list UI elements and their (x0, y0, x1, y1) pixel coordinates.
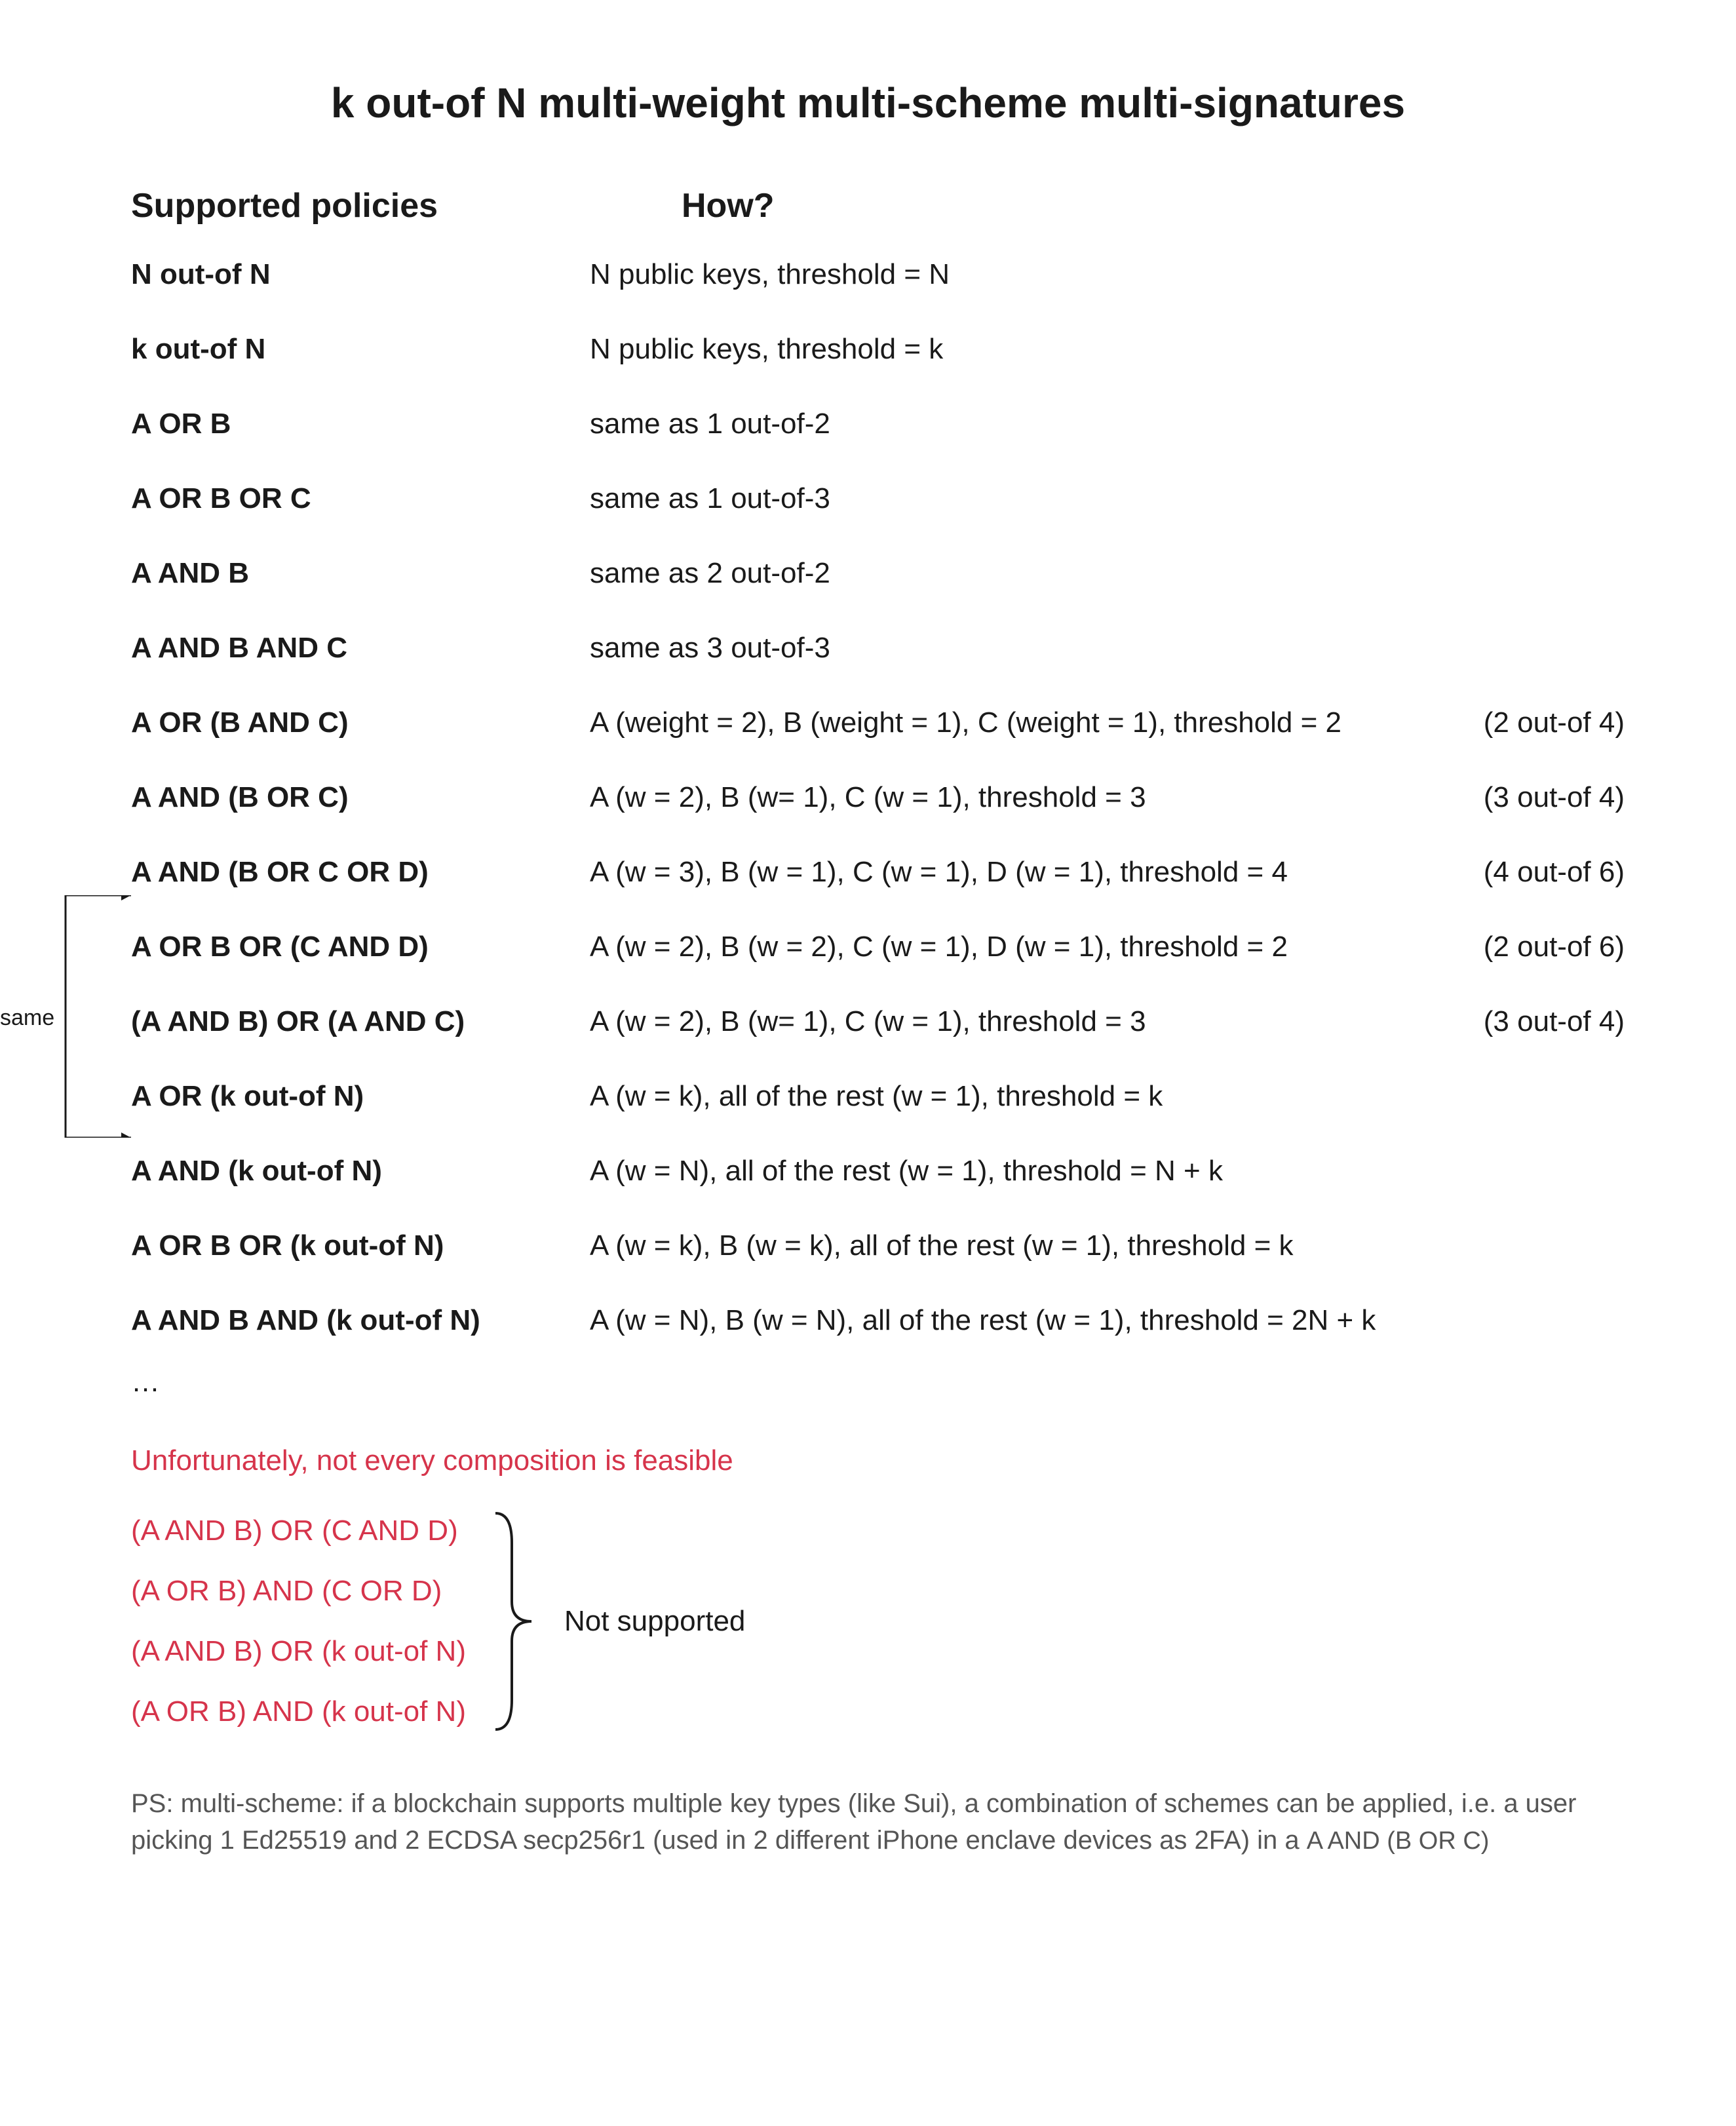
policy-label: A OR (k out-of N) (131, 1080, 590, 1113)
policy-how: A (w = 2), B (w= 1), C (w = 1), threshol… (590, 781, 1625, 814)
policy-row: A AND (B OR C OR D)A (w = 3), B (w = 1),… (131, 856, 1625, 889)
policy-row: A OR B OR Csame as 1 out-of-3 (131, 482, 1625, 515)
policy-row: A AND B AND (k out-of N)A (w = N), B (w … (131, 1304, 1625, 1337)
policy-label: A AND B (131, 557, 590, 590)
header-policies: Supported policies (131, 186, 590, 225)
policy-label: A OR (B AND C) (131, 706, 590, 739)
policy-note: (4 out-of 6) (1484, 856, 1625, 889)
unsupported-item: (A AND B) OR (C AND D) (131, 1515, 466, 1547)
policy-how: same as 2 out-of-2 (590, 557, 1625, 590)
unsupported-item: (A OR B) AND (k out-of N) (131, 1695, 466, 1728)
policy-note: (2 out-of 6) (1484, 931, 1625, 963)
policy-label: A OR B (131, 408, 590, 440)
policy-how: N public keys, threshold = N (590, 258, 1625, 291)
unsupported-block: (A AND B) OR (C AND D) (A OR B) AND (C O… (131, 1510, 1625, 1733)
policy-note: (2 out-of 4) (1484, 706, 1625, 739)
curly-brace-icon (492, 1510, 538, 1733)
policy-row: A AND B AND Csame as 3 out-of-3 (131, 632, 1625, 665)
policy-row: N out-of NN public keys, threshold = N (131, 258, 1625, 291)
policy-row: A OR (k out-of N)A (w = k), all of the r… (131, 1080, 1625, 1113)
policy-label: N out-of N (131, 258, 590, 291)
policy-label: A OR B OR (C AND D) (131, 931, 590, 963)
unsupported-item: (A OR B) AND (C OR D) (131, 1575, 466, 1608)
policy-label: A AND B AND (k out-of N) (131, 1304, 590, 1337)
content-area: same Supported policies How? N out-of NN… (131, 186, 1625, 1859)
policy-row: A OR Bsame as 1 out-of-2 (131, 408, 1625, 440)
policy-how: A (w = N), all of the rest (w = 1), thre… (590, 1155, 1625, 1188)
policy-how: same as 1 out-of-2 (590, 408, 1625, 440)
policy-row: (A AND B) OR (A AND C)A (w = 2), B (w= 1… (131, 1005, 1625, 1038)
policy-label: A AND (B OR C) (131, 781, 590, 814)
header-how: How? (682, 186, 1625, 225)
policy-label: A AND (B OR C OR D) (131, 856, 590, 889)
policy-how: A (w = 2), B (w = 2), C (w = 1), D (w = … (590, 931, 1625, 963)
policy-note: (3 out-of 4) (1484, 781, 1625, 814)
policy-how: A (weight = 2), B (weight = 1), C (weigh… (590, 706, 1625, 739)
policy-label: A AND (k out-of N) (131, 1155, 590, 1188)
ps-note: PS: multi-scheme: if a blockchain suppor… (131, 1785, 1625, 1859)
policy-how: A (w = 3), B (w = 1), C (w = 1), D (w = … (590, 856, 1625, 889)
policy-how: N public keys, threshold = k (590, 333, 1625, 366)
page-title: k out-of N multi-weight multi-scheme mul… (111, 79, 1625, 127)
policy-how: A (w = k), all of the rest (w = 1), thre… (590, 1080, 1625, 1113)
policy-row: A AND Bsame as 2 out-of-2 (131, 557, 1625, 590)
policy-note: (3 out-of 4) (1484, 1005, 1625, 1038)
policy-label: A AND B AND C (131, 632, 590, 665)
policy-how: same as 1 out-of-3 (590, 482, 1625, 515)
infeasible-warning: Unfortunately, not every composition is … (131, 1444, 1625, 1477)
policy-row: A OR B OR (C AND D)A (w = 2), B (w = 2),… (131, 931, 1625, 963)
policy-how: same as 3 out-of-3 (590, 632, 1625, 665)
policy-label: A OR B OR (k out-of N) (131, 1229, 590, 1262)
policy-label: A OR B OR C (131, 482, 590, 515)
ps-code: A AND (B OR C) (1307, 1827, 1490, 1855)
policy-how: A (w = 2), B (w= 1), C (w = 1), threshol… (590, 1005, 1625, 1038)
policy-row: A AND (B OR C)A (w = 2), B (w= 1), C (w … (131, 781, 1625, 814)
not-supported-label: Not supported (564, 1605, 745, 1638)
policy-label: (A AND B) OR (A AND C) (131, 1005, 590, 1038)
policy-how: A (w = N), B (w = N), all of the rest (w… (590, 1304, 1625, 1337)
column-headers: Supported policies How? (131, 186, 1625, 225)
policy-row: A AND (k out-of N)A (w = N), all of the … (131, 1155, 1625, 1188)
same-label: same (0, 1005, 54, 1031)
policy-row: A OR (B AND C)A (weight = 2), B (weight … (131, 706, 1625, 739)
policy-row: k out-of NN public keys, threshold = k (131, 333, 1625, 366)
policy-label: k out-of N (131, 333, 590, 366)
ellipsis: … (131, 1366, 1625, 1399)
policy-row: A OR B OR (k out-of N)A (w = k), B (w = … (131, 1229, 1625, 1262)
policy-how: A (w = k), B (w = k), all of the rest (w… (590, 1229, 1625, 1262)
unsupported-list: (A AND B) OR (C AND D) (A OR B) AND (C O… (131, 1515, 466, 1728)
unsupported-item: (A AND B) OR (k out-of N) (131, 1635, 466, 1668)
